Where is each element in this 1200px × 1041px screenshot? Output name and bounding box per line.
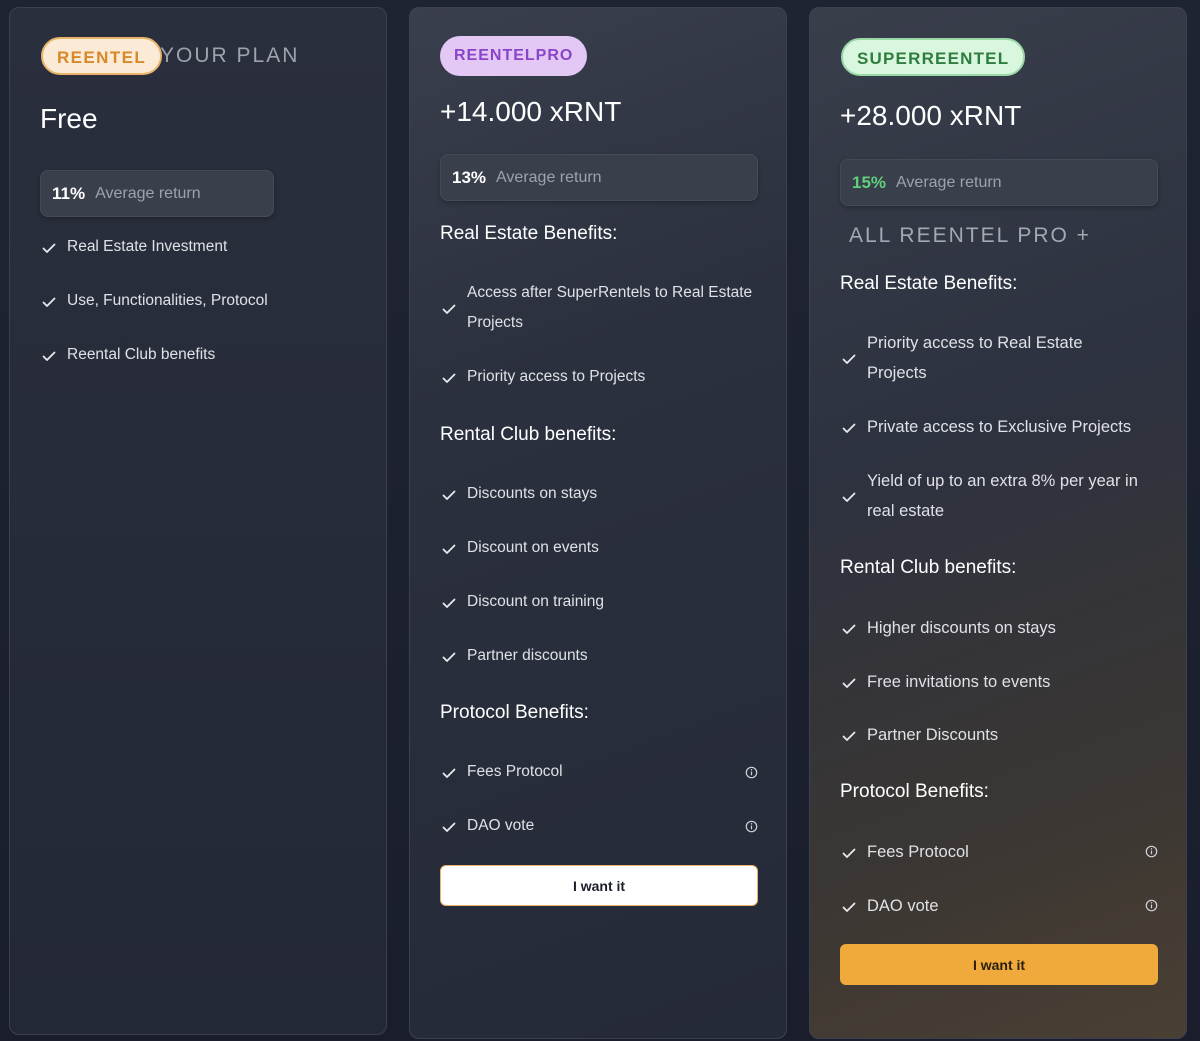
benefit-item: Free invitations to events bbox=[841, 667, 1050, 697]
benefit-text: Reental Club benefits bbox=[67, 346, 216, 363]
benefit-text: Free invitations to events bbox=[867, 673, 1051, 691]
info-icon[interactable] bbox=[745, 766, 758, 779]
benefit-text-line: real estate bbox=[867, 502, 945, 520]
protocol-benefits-title: Protocol Benefits: bbox=[440, 702, 589, 723]
check-icon bbox=[442, 544, 456, 554]
return-percentage: 11% bbox=[52, 183, 86, 203]
check-icon bbox=[442, 373, 456, 383]
return-label: Average return bbox=[95, 184, 201, 202]
benefit-text: Real Estate Investment bbox=[67, 238, 228, 255]
return-percentage: 13% bbox=[452, 167, 487, 187]
plan-badge-reentel: REENTEL bbox=[41, 37, 163, 75]
check-icon bbox=[842, 624, 856, 634]
check-icon bbox=[842, 902, 856, 912]
benefit-item: Use, Functionalities, Protocol bbox=[41, 286, 268, 316]
benefit-item: Access after SuperRentels to Real Estate… bbox=[441, 278, 752, 338]
real-estate-benefits-title: Real Estate Benefits: bbox=[440, 223, 618, 244]
check-icon bbox=[842, 492, 856, 502]
check-icon bbox=[842, 423, 856, 433]
benefit-text: Fees Protocol bbox=[467, 763, 563, 780]
benefit-text: Private access to Exclusive Projects bbox=[867, 418, 1132, 436]
average-return-box: 11% Average return bbox=[40, 170, 274, 217]
average-return-box: 13% Average return bbox=[440, 154, 758, 201]
check-icon bbox=[42, 297, 56, 307]
benefit-item: DAO vote bbox=[841, 891, 939, 921]
return-percentage: 15% bbox=[852, 172, 887, 192]
benefit-text: Higher discounts on stays bbox=[867, 619, 1056, 637]
info-icon[interactable] bbox=[1145, 845, 1158, 858]
info-icon[interactable] bbox=[745, 820, 758, 833]
benefit-text-line: Access after SuperRentels to Real Estate bbox=[467, 284, 753, 301]
check-icon bbox=[442, 304, 456, 314]
check-icon bbox=[842, 678, 856, 688]
check-icon bbox=[442, 652, 456, 662]
benefit-item: Higher discounts on stays bbox=[841, 613, 1056, 643]
benefit-item: Fees Protocol bbox=[441, 757, 563, 787]
real-estate-benefits-title: Real Estate Benefits: bbox=[840, 273, 1018, 294]
check-icon bbox=[42, 243, 56, 253]
rental-club-benefits-title: Rental Club benefits: bbox=[840, 557, 1017, 578]
benefit-item: Discount on training bbox=[441, 587, 604, 617]
benefit-text-line: Projects bbox=[867, 364, 927, 382]
plan-card-reentel: REENTEL YOUR PLAN Free 11% Average retur… bbox=[9, 7, 387, 1035]
benefit-text: Discount on events bbox=[467, 539, 599, 556]
benefit-text: Yield of up to an extra 8% per year in r… bbox=[867, 466, 1138, 526]
benefit-item: Yield of up to an extra 8% per year in r… bbox=[841, 466, 1138, 526]
check-icon bbox=[842, 731, 856, 741]
plan-badge-superreentel: SUPERREENTEL bbox=[841, 38, 1026, 76]
all-reentel-pro-label: ALL REENTEL PRO + bbox=[849, 224, 1091, 247]
benefit-text: Discount on training bbox=[467, 593, 604, 610]
plan-card-reentelpro: REENTELPRO +14.000 xRNT 13% Average retu… bbox=[409, 7, 787, 1039]
pricing-page: REENTEL YOUR PLAN Free 11% Average retur… bbox=[0, 0, 1200, 1041]
plan-badge-reentelpro: REENTELPRO bbox=[440, 36, 588, 76]
benefit-text-line: Projects bbox=[467, 314, 523, 331]
benefit-item: Priority access to Real Estate Projects bbox=[841, 328, 1083, 388]
benefit-item: Partner discounts bbox=[441, 641, 588, 671]
benefit-text: Partner discounts bbox=[467, 647, 588, 664]
benefit-text: Partner Discounts bbox=[867, 726, 999, 744]
benefit-item: Real Estate Investment bbox=[41, 232, 227, 262]
your-plan-label: YOUR PLAN bbox=[160, 44, 300, 67]
benefit-text: Access after SuperRentels to Real Estate… bbox=[467, 278, 752, 338]
benefit-item: Priority access to Projects bbox=[441, 362, 645, 392]
check-icon bbox=[42, 351, 56, 361]
benefit-text: Fees Protocol bbox=[867, 843, 969, 861]
plan-price: +14.000 xRNT bbox=[440, 96, 622, 127]
check-icon bbox=[442, 490, 456, 500]
benefit-item: Private access to Exclusive Projects bbox=[841, 412, 1131, 442]
benefit-item: Fees Protocol bbox=[841, 837, 969, 867]
benefit-item: Partner Discounts bbox=[841, 720, 998, 750]
benefit-text: Use, Functionalities, Protocol bbox=[67, 292, 268, 309]
benefit-text-line: Priority access to Real Estate bbox=[867, 334, 1083, 352]
benefit-text: Discounts on stays bbox=[467, 485, 598, 502]
check-icon bbox=[442, 598, 456, 608]
check-icon bbox=[842, 848, 856, 858]
benefit-text-line: Yield of up to an extra 8% per year in bbox=[867, 472, 1138, 490]
return-label: Average return bbox=[896, 173, 1002, 191]
protocol-benefits-title: Protocol Benefits: bbox=[840, 781, 989, 802]
i-want-it-button[interactable]: I want it bbox=[440, 865, 758, 906]
i-want-it-button[interactable]: I want it bbox=[840, 944, 1158, 985]
rental-club-benefits-title: Rental Club benefits: bbox=[440, 424, 617, 445]
benefit-item: Discount on events bbox=[441, 533, 599, 563]
info-icon[interactable] bbox=[1145, 899, 1158, 912]
benefit-text: Priority access to Real Estate Projects bbox=[867, 328, 1083, 388]
plan-price: +28.000 xRNT bbox=[840, 100, 1022, 131]
plan-price: Free bbox=[40, 103, 98, 134]
plan-card-superreentel: SUPERREENTEL +28.000 xRNT 15% Average re… bbox=[809, 7, 1187, 1039]
return-label: Average return bbox=[496, 168, 602, 186]
average-return-box: 15% Average return bbox=[840, 159, 1158, 206]
benefit-text: Priority access to Projects bbox=[467, 368, 646, 385]
check-icon bbox=[442, 768, 456, 778]
benefit-item: Discounts on stays bbox=[441, 479, 597, 509]
benefit-item: Reental Club benefits bbox=[41, 340, 215, 370]
benefit-item: DAO vote bbox=[441, 811, 534, 841]
benefit-text: DAO vote bbox=[467, 817, 535, 834]
benefit-text: DAO vote bbox=[867, 897, 939, 915]
check-icon bbox=[842, 354, 856, 364]
check-icon bbox=[442, 822, 456, 832]
